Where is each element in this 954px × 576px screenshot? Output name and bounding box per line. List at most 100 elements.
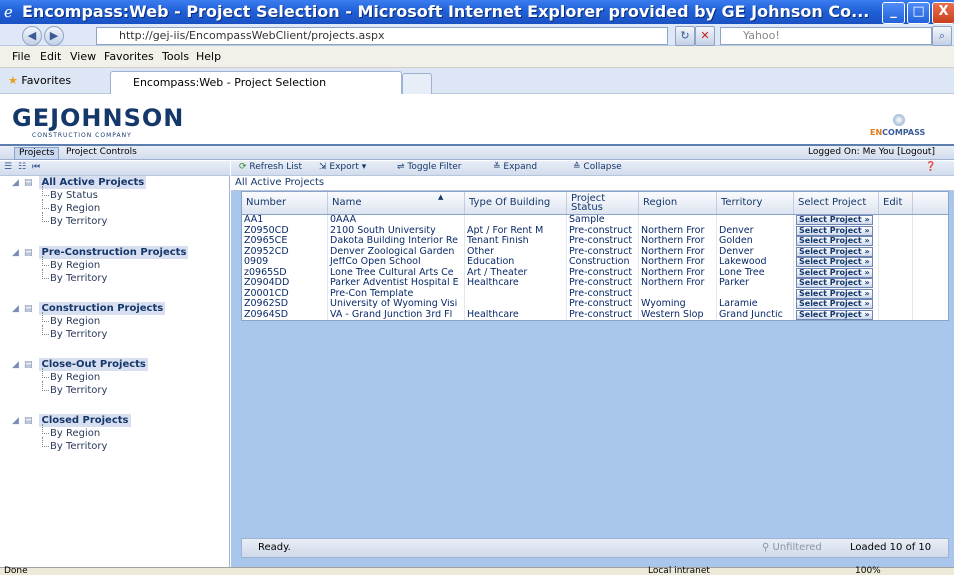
expand-toggle-icon[interactable]: ◢ [12, 416, 24, 426]
table-cell: Northern Fror [639, 236, 717, 247]
select-project-button[interactable]: Select Project » [796, 215, 873, 225]
tree-item[interactable]: By Territory [50, 329, 107, 340]
edit-cell [879, 236, 913, 247]
tree-group-3[interactable]: ◢ ▤ Close-Out Projects [12, 358, 148, 371]
close-button[interactable]: X [932, 2, 954, 24]
menu-view[interactable]: View [70, 50, 96, 63]
help-icon[interactable]: ❓ [925, 162, 936, 172]
tree-connector [42, 368, 49, 378]
tree-item[interactable]: By Territory [50, 385, 107, 396]
stop-button[interactable]: ✕ [695, 26, 715, 46]
tree-item[interactable]: By Region [50, 372, 100, 383]
forward-button[interactable]: ▶ [44, 26, 64, 46]
table-cell [465, 288, 567, 299]
table-row[interactable]: Z0964SD VA - Grand Junction 3rd Fl Healthc… [242, 309, 948, 320]
column-header[interactable]: Territory [717, 192, 794, 214]
tree-item[interactable]: By Territory [50, 441, 107, 452]
table-row[interactable]: AA1 0AAA Sample Select Project » [242, 215, 948, 226]
search-icon[interactable]: ⌕ [932, 26, 952, 46]
table-row[interactable]: Z0965CE Dakota Building Interior Re Tenant… [242, 236, 948, 247]
tree-item[interactable]: By Region [50, 203, 100, 214]
tab-projects[interactable]: Projects [14, 147, 60, 160]
browser-tab[interactable]: Encompass:Web - Project Selection [110, 71, 402, 94]
refresh-list-button[interactable]: ⟳ Refresh List [239, 162, 302, 172]
tree-item[interactable]: By Region [50, 428, 100, 439]
back-button[interactable]: ◀ [22, 26, 42, 46]
menu-tools[interactable]: Tools [162, 50, 189, 63]
tree-item[interactable]: By Region [50, 260, 100, 271]
select-project-button[interactable]: Select Project » [796, 225, 873, 236]
table-row[interactable]: Z0950CD 2100 South University Apt / For Re… [242, 225, 948, 236]
loaded-count: Loaded 10 of 10 [850, 542, 932, 553]
select-project-button[interactable]: Select Project » [796, 267, 873, 278]
search-input[interactable]: Yahoo! [720, 27, 932, 45]
expand-icon: ≚ [493, 162, 501, 172]
tree-group-2[interactable]: ◢ ▤ Construction Projects [12, 302, 166, 315]
column-header[interactable]: Edit [879, 192, 913, 214]
expand-all-icon[interactable]: ☰ [4, 162, 12, 172]
tab-project-controls[interactable]: Project Controls [66, 147, 137, 157]
tree-item[interactable]: By Territory [50, 216, 107, 227]
address-bar[interactable]: http://gej-iis/EncompassWebClient/projec… [96, 27, 668, 45]
tree-group-label: All Active Projects [39, 176, 147, 189]
select-project-button[interactable]: Select Project » [796, 299, 873, 309]
select-project-button[interactable]: Select Project » [796, 236, 873, 246]
tree-item[interactable]: By Territory [50, 273, 107, 284]
first-page-icon[interactable]: ⏮ [32, 162, 40, 172]
select-project-button[interactable]: Select Project » [796, 278, 873, 288]
expand-toggle-icon[interactable]: ◢ [12, 360, 24, 370]
collapse-all-icon[interactable]: ☷ [18, 162, 26, 172]
tree-item[interactable]: By Region [50, 316, 100, 327]
new-tab-button[interactable] [402, 73, 432, 94]
tree-item[interactable]: By Status [50, 190, 98, 201]
logged-on-status[interactable]: Logged On: Me You [Logout] [808, 147, 935, 157]
expand-toggle-icon[interactable]: ◢ [12, 248, 24, 258]
column-header[interactable]: Number [242, 192, 328, 214]
tree-group-0[interactable]: ◢ ▤ All Active Projects [12, 176, 147, 189]
table-cell: Dakota Building Interior Re [328, 236, 465, 247]
menu-help[interactable]: Help [196, 50, 221, 63]
column-header[interactable]: Type Of Building [465, 192, 567, 214]
export-button[interactable]: ⇲ Export ▾ [319, 162, 366, 172]
tree-group-1[interactable]: ◢ ▤ Pre-Construction Projects [12, 246, 189, 259]
table-cell [465, 299, 567, 310]
tree-connector [42, 269, 49, 279]
maximize-button[interactable]: □ [907, 2, 930, 24]
tree-group-4[interactable]: ◢ ▤ Closed Projects [12, 414, 131, 427]
column-header[interactable]: Select Project [794, 192, 879, 214]
table-row[interactable]: z0965SD Lone Tree Cultural Arts Ce Art / T… [242, 267, 948, 278]
toggle-filter-button[interactable]: ⇌ Toggle Filter [397, 162, 462, 172]
column-header[interactable]: Region [639, 192, 717, 214]
refresh-page-button[interactable]: ↻ [675, 26, 695, 46]
select-project-button[interactable]: Select Project » [796, 246, 873, 257]
expand-toggle-icon[interactable]: ◢ [12, 304, 24, 314]
table-cell: Northern Fror [639, 267, 717, 278]
column-header[interactable]: Name [328, 192, 465, 214]
menu-file[interactable]: File [12, 50, 30, 63]
menu-edit[interactable]: Edit [40, 50, 61, 63]
select-cell: Select Project » [794, 309, 879, 320]
select-project-button[interactable]: Select Project » [796, 309, 873, 320]
table-cell: Other [465, 246, 567, 257]
table-row[interactable]: Z0904DD Parker Adventist Hospital E Health… [242, 278, 948, 289]
table-row[interactable]: 0909 JeffCo Open School Education Construct… [242, 257, 948, 268]
expand-button[interactable]: ≚ Expand [493, 162, 537, 172]
collapse-button[interactable]: ≙ Collapse [573, 162, 622, 172]
favorites-button[interactable]: ★ Favorites [8, 74, 71, 87]
minimize-button[interactable]: _ [882, 2, 905, 24]
table-cell: Northern Fror [639, 257, 717, 268]
select-project-button[interactable]: Select Project » [796, 288, 873, 299]
address-toolbar: ◀ ▶ http://gej-iis/EncompassWebClient/pr… [0, 24, 954, 46]
table-cell: Education [465, 257, 567, 268]
column-header[interactable]: Project Status [567, 192, 639, 214]
table-row[interactable]: Z0952CD Denver Zoological Garden Other Pre-… [242, 246, 948, 257]
table-row[interactable]: Z0962SD University of Wyoming Visi Pre-con… [242, 299, 948, 310]
menu-favorites[interactable]: Favorites [104, 50, 154, 63]
tree-connector [42, 437, 49, 447]
table-row[interactable]: Z0001CD Pre-Con Template Pre-construct Sele… [242, 288, 948, 299]
edit-cell [879, 299, 913, 310]
expand-toggle-icon[interactable]: ◢ [12, 178, 24, 188]
filter-status: ⚲ Unfiltered [762, 542, 822, 553]
table-cell: Laramie [717, 299, 794, 310]
select-project-button[interactable]: Select Project » [796, 257, 873, 267]
